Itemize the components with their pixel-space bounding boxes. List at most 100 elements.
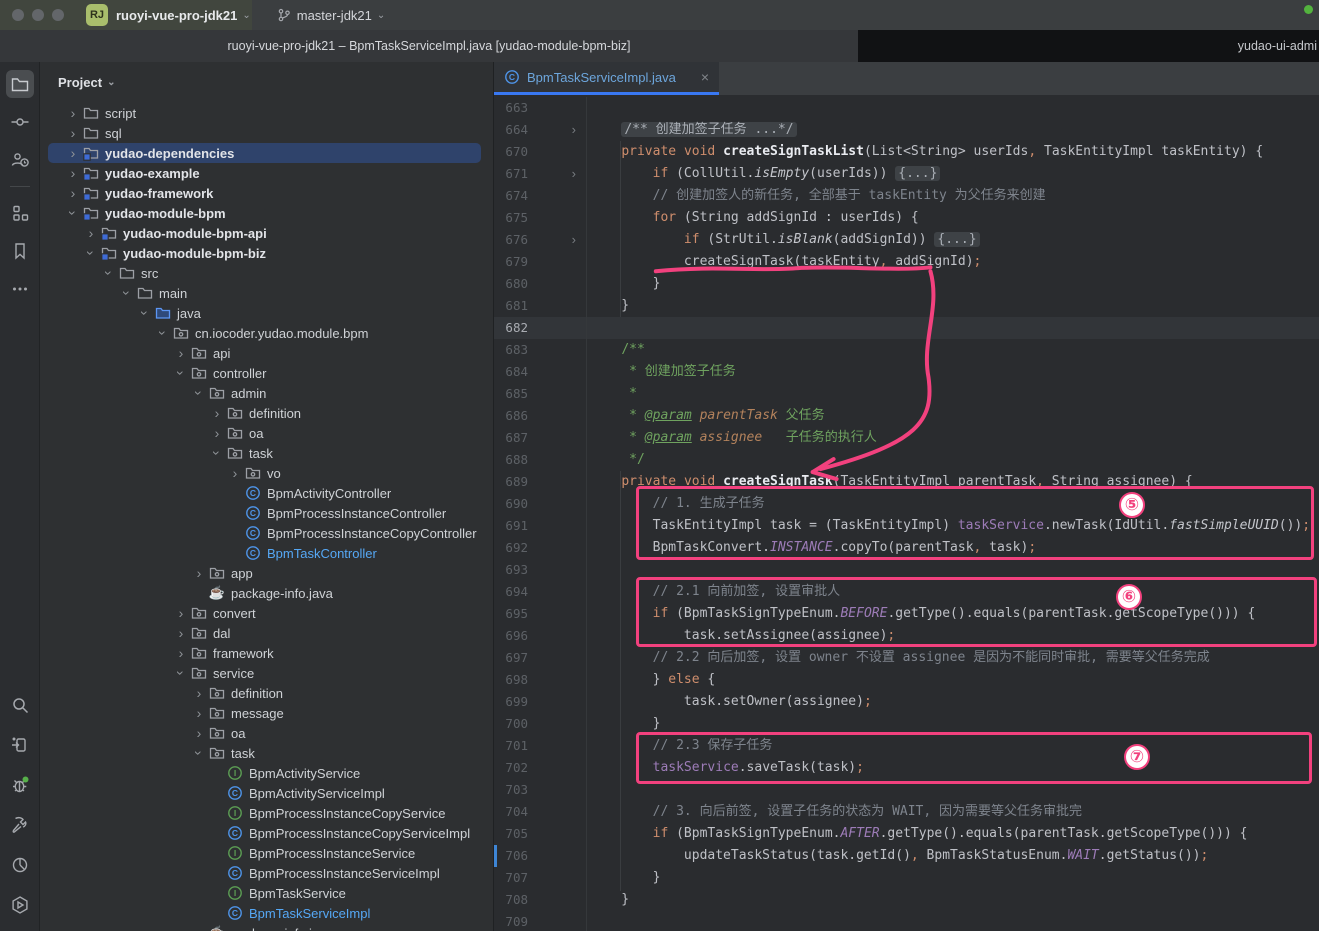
code-line-699[interactable]: 699 task.setOwner(assignee); [494,691,1319,713]
code-line-706[interactable]: 706 updateTaskStatus(task.getId(), BpmTa… [494,845,1319,867]
code-line-687[interactable]: 687 * @param assignee 子任务的执行人 [494,427,1319,449]
line-number[interactable]: 694 [494,581,540,603]
line-number[interactable]: 685 [494,383,540,405]
editor-tab[interactable]: C BpmTaskServiceImpl.java × [494,62,719,95]
tree-item-java[interactable]: ›java [40,303,493,323]
code-line-705[interactable]: 705 if (BpmTaskSignTypeEnum.AFTER.getTyp… [494,823,1319,845]
chevron-expanded-icon[interactable]: › [99,263,119,283]
tree-item-bpmprocessinstancecopycontroller[interactable]: CBpmProcessInstanceCopyController [40,523,493,543]
maximize-window-icon[interactable] [52,9,64,21]
tree-item-task[interactable]: ›task [40,443,493,463]
fold-arrow-icon[interactable]: › [540,163,586,185]
tree-item-main[interactable]: ›main [40,283,493,303]
code-line-664[interactable]: 664› /** 创建加签子任务 ...*/ [494,119,1319,141]
chevron-expanded-icon[interactable]: › [189,383,209,403]
code-line-703[interactable]: 703 [494,779,1319,801]
code-line-701[interactable]: 701 // 2.3 保存子任务 [494,735,1319,757]
chevron-collapsed-icon[interactable]: › [189,683,209,703]
run-icon[interactable] [6,731,34,759]
debug-icon[interactable] [6,771,34,799]
tree-item-yudao-dependencies[interactable]: ›yudao-dependencies [40,143,493,163]
tree-item-definition[interactable]: ›definition [40,403,493,423]
code-line-694[interactable]: 694 // 2.1 向前加签, 设置审批人 [494,581,1319,603]
code-line-700[interactable]: 700 } [494,713,1319,735]
code-line-692[interactable]: 692 BpmTaskConvert.INSTANCE.copyTo(paren… [494,537,1319,559]
chevron-collapsed-icon[interactable]: › [207,423,227,443]
tree-item-vo[interactable]: ›vo [40,463,493,483]
tree-item-package-info-java[interactable]: ☕package-info.java [40,583,493,603]
line-number[interactable]: 674 [494,185,540,207]
line-number[interactable]: 703 [494,779,540,801]
chevron-expanded-icon[interactable]: › [207,443,227,463]
minimize-window-icon[interactable] [32,9,44,21]
line-number[interactable]: 706 [494,845,540,867]
line-number[interactable]: 682 [494,317,540,339]
line-number[interactable]: 701 [494,735,540,757]
line-number[interactable]: 670 [494,141,540,163]
tree-item-framework[interactable]: ›framework [40,643,493,663]
code-line-683[interactable]: 683 /** [494,339,1319,361]
tree-item-app[interactable]: ›app [40,563,493,583]
project-panel-header[interactable]: Project ⌄ [40,62,493,103]
chevron-collapsed-icon[interactable]: › [171,643,191,663]
tree-item-script[interactable]: ›script [40,103,493,123]
tree-item-src[interactable]: ›src [40,263,493,283]
more-tool-windows-icon[interactable] [6,275,34,303]
tree-item-task[interactable]: ›task [40,743,493,763]
tree-item-bpmprocessinstancecopyservice[interactable]: IBpmProcessInstanceCopyService [40,803,493,823]
project-icon[interactable] [6,70,34,98]
tree-item-bpmprocessinstanceservice[interactable]: IBpmProcessInstanceService [40,843,493,863]
structure-icon[interactable] [6,199,34,227]
code-line-708[interactable]: 708 } [494,889,1319,911]
code-line-693[interactable]: 693 [494,559,1319,581]
tree-item-convert[interactable]: ›convert [40,603,493,623]
chevron-collapsed-icon[interactable]: › [225,463,245,483]
line-number[interactable]: 681 [494,295,540,317]
code-line-704[interactable]: 704 // 3. 向后前签, 设置子任务的状态为 WAIT, 因为需要等父任务… [494,801,1319,823]
code-line-707[interactable]: 707 } [494,867,1319,889]
code-area[interactable]: 663664› /** 创建加签子任务 ...*/670 private voi… [494,95,1319,931]
code-line-696[interactable]: 696 task.setAssignee(assignee); [494,625,1319,647]
tree-item-yudao-framework[interactable]: ›yudao-framework [40,183,493,203]
line-number[interactable]: 699 [494,691,540,713]
code-line-675[interactable]: 675 for (String addSignId : userIds) { [494,207,1319,229]
tree-item-oa[interactable]: ›oa [40,723,493,743]
code-line-671[interactable]: 671› if (CollUtil.isEmpty(userIds)) {...… [494,163,1319,185]
chevron-expanded-icon[interactable]: › [153,323,173,343]
tree-item-api[interactable]: ›api [40,343,493,363]
tree-item-bpmprocessinstanceserviceimpl[interactable]: CBpmProcessInstanceServiceImpl [40,863,493,883]
line-number[interactable]: 697 [494,647,540,669]
tree-item-bpmactivityservice[interactable]: IBpmActivityService [40,763,493,783]
chevron-expanded-icon[interactable]: › [171,663,191,683]
chevron-collapsed-icon[interactable]: › [189,723,209,743]
line-number[interactable]: 683 [494,339,540,361]
line-number[interactable]: 684 [494,361,540,383]
tree-item-bpmprocessinstancecopyserviceimpl[interactable]: CBpmProcessInstanceCopyServiceImpl [40,823,493,843]
chevron-collapsed-icon[interactable]: › [63,143,83,163]
chevron-collapsed-icon[interactable]: › [81,223,101,243]
code-line-679[interactable]: 679 createSignTask(taskEntity, addSignId… [494,251,1319,273]
code-line-702[interactable]: 702 taskService.saveTask(task); [494,757,1319,779]
chevron-collapsed-icon[interactable]: › [63,103,83,123]
tree-item-message[interactable]: ›message [40,703,493,723]
chevron-collapsed-icon[interactable]: › [171,623,191,643]
chevron-expanded-icon[interactable]: › [63,203,83,223]
code-line-697[interactable]: 697 // 2.2 向后加签, 设置 owner 不设置 assignee 是… [494,647,1319,669]
fold-arrow-icon[interactable]: › [540,119,586,141]
tree-item-cn-iocoder-yudao-module-bpm[interactable]: ›cn.iocoder.yudao.module.bpm [40,323,493,343]
line-number[interactable]: 679 [494,251,540,273]
tree-item-oa[interactable]: ›oa [40,423,493,443]
code-line-689[interactable]: 689 private void createSignTask(TaskEnti… [494,471,1319,493]
services-icon[interactable] [6,891,34,919]
tree-item-bpmtaskcontroller[interactable]: CBpmTaskController [40,543,493,563]
line-number[interactable]: 676 [494,229,540,251]
code-line-698[interactable]: 698 } else { [494,669,1319,691]
window-controls[interactable] [12,9,64,21]
tree-item-yudao-module-bpm-api[interactable]: ›yudao-module-bpm-api [40,223,493,243]
line-number[interactable]: 705 [494,823,540,845]
close-window-icon[interactable] [12,9,24,21]
tree-item-service[interactable]: ›service [40,663,493,683]
chevron-collapsed-icon[interactable]: › [63,183,83,203]
chevron-collapsed-icon[interactable]: › [207,403,227,423]
tree-item-admin[interactable]: ›admin [40,383,493,403]
